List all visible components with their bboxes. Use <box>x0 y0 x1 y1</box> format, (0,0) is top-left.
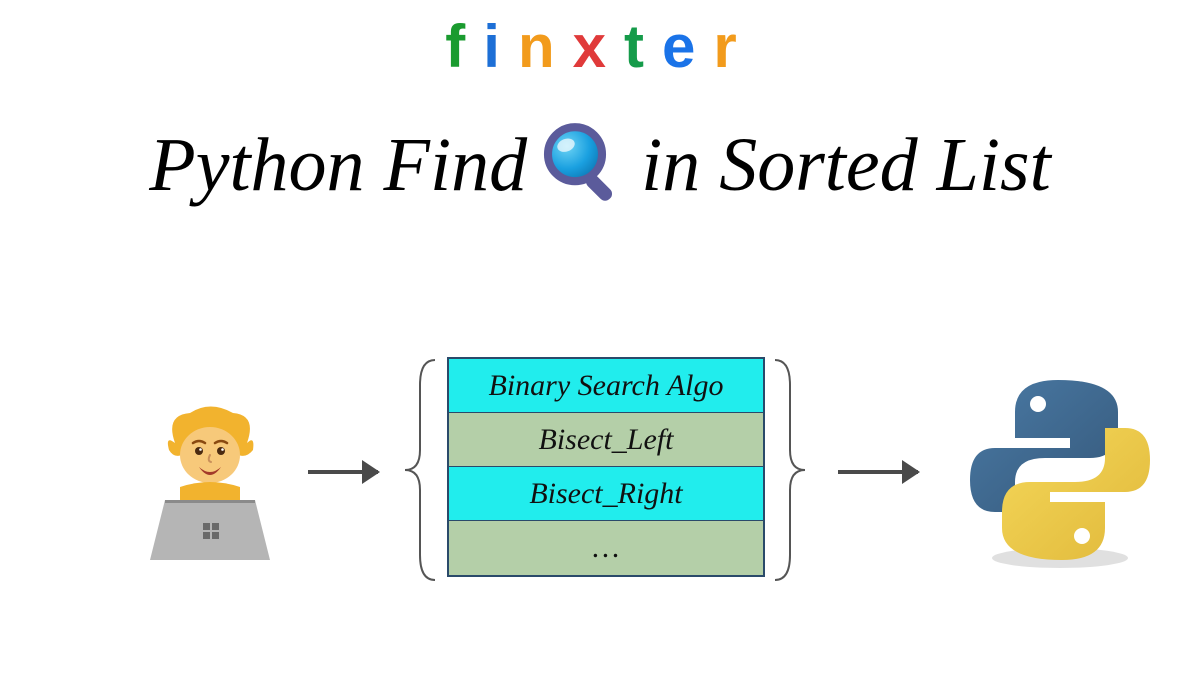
logo-letter: x <box>573 12 624 81</box>
arrow-icon <box>838 470 918 474</box>
logo-letter: t <box>624 12 662 81</box>
brace-right-icon <box>770 355 810 585</box>
magnifier-icon <box>539 120 629 210</box>
methods-box: Binary Search AlgoBisect_LeftBisect_Righ… <box>447 357 765 577</box>
method-row: Bisect_Left <box>449 413 763 467</box>
python-logo-icon <box>960 370 1160 570</box>
title-left: Python Find <box>149 122 527 209</box>
arrow-icon <box>308 470 378 474</box>
programmer-icon <box>135 405 285 565</box>
logo-letter: r <box>713 12 754 81</box>
logo-letter: i <box>483 12 518 81</box>
method-row: Bisect_Right <box>449 467 763 521</box>
page-title: Python Find in Sorted List <box>0 120 1200 210</box>
diagram: Binary Search AlgoBisect_LeftBisect_Righ… <box>0 350 1200 650</box>
finxter-logo: finxter <box>445 12 754 81</box>
method-row: … <box>449 521 763 575</box>
method-row: Binary Search Algo <box>449 359 763 413</box>
logo-letter: n <box>518 12 573 81</box>
brace-left-icon <box>400 355 440 585</box>
title-right: in Sorted List <box>641 122 1051 209</box>
logo-letter: f <box>445 12 483 81</box>
logo-letter: e <box>662 12 713 81</box>
